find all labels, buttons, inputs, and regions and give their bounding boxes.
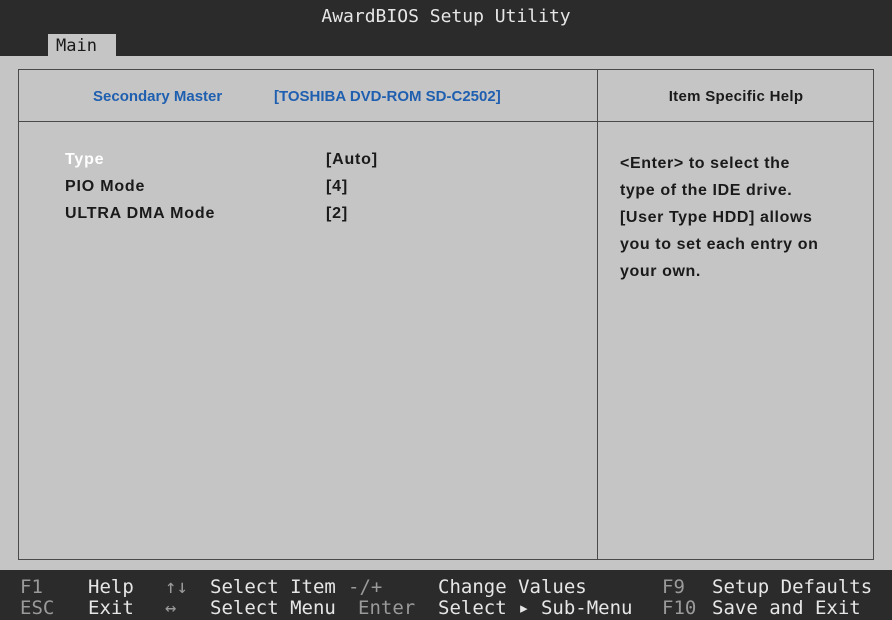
option-type-value[interactable]: [Auto] <box>326 150 378 170</box>
window-title: AwardBIOS Setup Utility <box>321 6 571 27</box>
help-line: you to set each entry on <box>620 236 819 253</box>
help-line: [User Type HDD] allows <box>620 209 813 226</box>
option-ultra-dma-value[interactable]: [2] <box>326 204 348 224</box>
help-text: <Enter> to select the type of the IDE dr… <box>620 150 870 285</box>
help-line: your own. <box>620 263 701 280</box>
footer-key-esc: ESC <box>20 597 55 619</box>
main-panel <box>18 69 874 560</box>
footer-desc-sub-menu: Select ▸ Sub-Menu <box>438 597 633 619</box>
option-pio-mode-value[interactable]: [4] <box>326 177 348 197</box>
footer-key-left-right: ↔ <box>165 597 177 619</box>
header-divider <box>18 121 874 122</box>
footer-desc-exit: Exit <box>88 597 134 619</box>
option-ultra-dma-label[interactable]: ULTRA DMA Mode <box>65 204 215 224</box>
footer-desc-save-and-exit: Save and Exit <box>712 597 861 619</box>
device-value: [TOSHIBA DVD-ROM SD-C2502] <box>274 88 501 105</box>
help-line: <Enter> to select the <box>620 155 790 172</box>
help-divider <box>597 69 598 560</box>
tab-main[interactable]: Main <box>48 34 116 56</box>
option-pio-mode-label[interactable]: PIO Mode <box>65 177 145 197</box>
footer-desc-select-menu: Select Menu <box>210 597 336 619</box>
option-type-label[interactable]: Type <box>65 150 104 170</box>
device-label: Secondary Master <box>93 88 223 105</box>
help-line: type of the IDE drive. <box>620 182 793 199</box>
footer-key-f10: F10 <box>662 597 697 619</box>
footer-key-enter: Enter <box>358 597 416 619</box>
menu-bar <box>0 33 892 56</box>
help-title: Item Specific Help <box>668 88 804 105</box>
